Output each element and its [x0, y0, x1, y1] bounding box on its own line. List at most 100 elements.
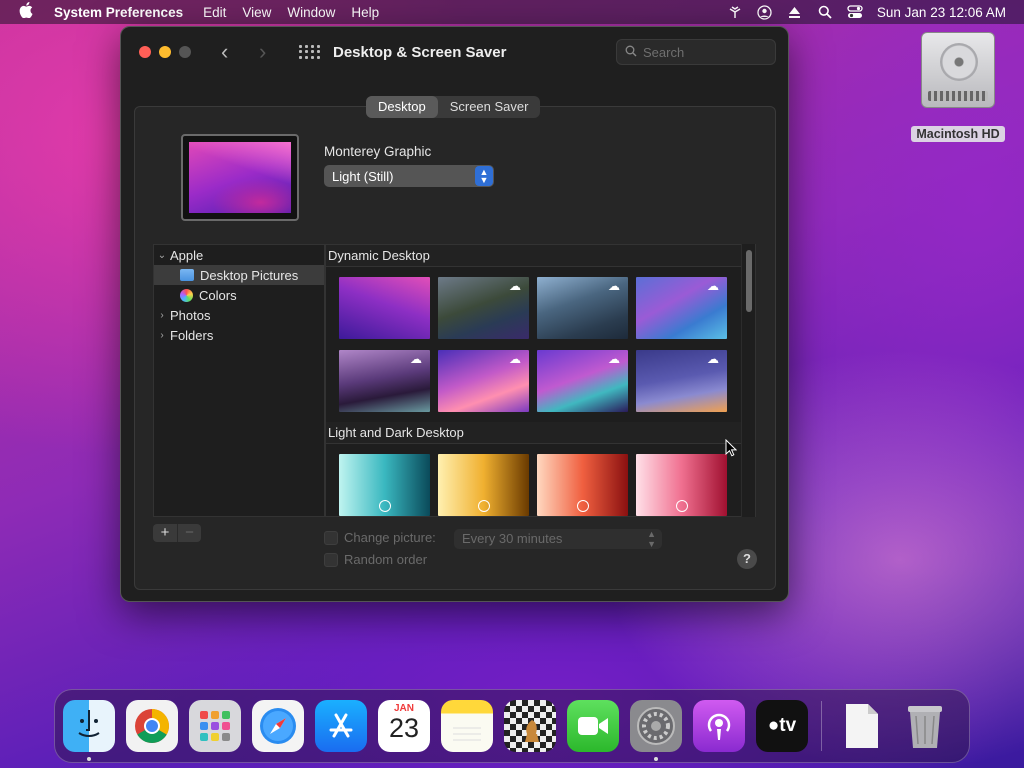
change-picture-label: Change picture: [344, 530, 436, 545]
apple-tv-icon[interactable]: ●tv [756, 700, 808, 752]
menu-edit[interactable]: Edit [195, 5, 234, 20]
window-title: Desktop & Screen Saver [333, 43, 507, 61]
interval-popup[interactable]: Every 30 minutes ▲ ▼ [454, 529, 662, 549]
wallpaper-thumb[interactable]: ☁ [636, 350, 727, 412]
menu-app-name[interactable]: System Preferences [52, 5, 195, 20]
wallpaper-name: Monterey Graphic [324, 144, 432, 159]
close-window-button[interactable] [139, 46, 151, 58]
section-dynamic-desktop: Dynamic Desktop [326, 245, 755, 267]
app-store-icon[interactable] [315, 700, 367, 752]
search-input[interactable] [643, 44, 763, 60]
disclosure-open-icon[interactable]: ⌄ [154, 250, 170, 261]
wallpaper-thumb[interactable]: ☁ [438, 277, 529, 339]
wallpaper-thumb[interactable]: ☁ [537, 277, 628, 339]
podcasts-icon[interactable] [693, 700, 745, 752]
facetime-icon[interactable] [567, 700, 619, 752]
system-preferences-icon[interactable] [630, 700, 682, 761]
wallpaper-preview [181, 134, 299, 221]
trash-icon[interactable] [899, 700, 951, 752]
light-dark-icon [675, 500, 688, 512]
show-all-grid-icon[interactable] [299, 45, 320, 59]
chrome-icon[interactable] [126, 700, 178, 752]
wallpaper-gallery: Dynamic Desktop ☁ ☁ ☁ ☁ ☁ ☁ ☁ Light and … [325, 244, 756, 517]
section-light-dark-desktop: Light and Dark Desktop [326, 422, 755, 444]
cloud-download-icon: ☁ [410, 352, 422, 366]
source-desktop-pictures[interactable]: Desktop Pictures [154, 265, 324, 285]
calendar-day: 23 [388, 713, 420, 743]
dock-separator [821, 701, 822, 751]
launchpad-icon[interactable] [189, 700, 241, 752]
zoom-window-button[interactable] [179, 46, 191, 58]
source-folders[interactable]: › Folders [154, 325, 324, 345]
remove-folder-button[interactable]: − [177, 524, 201, 542]
popup-arrows-icon: ▲ ▼ [475, 166, 493, 186]
random-order-label: Random order [344, 552, 428, 567]
wallpaper-thumb[interactable]: ☁ [339, 350, 430, 412]
help-button[interactable]: ? [737, 549, 757, 569]
back-chevron-icon[interactable]: ‹ [221, 39, 235, 65]
cloud-download-icon: ☁ [509, 279, 521, 293]
spotlight-icon[interactable] [817, 4, 833, 20]
gallery-scrollbar[interactable] [741, 244, 755, 517]
wallpaper-thumb[interactable] [438, 454, 529, 516]
wallpaper-thumb[interactable]: ☁ [537, 350, 628, 412]
cloud-download-icon: ☁ [608, 352, 620, 366]
menu-help[interactable]: Help [343, 5, 387, 20]
disclosure-closed-icon[interactable]: › [154, 330, 170, 341]
tv-glyph: ●tv [767, 715, 797, 736]
interval-value: Every 30 minutes [462, 531, 563, 546]
chess-icon[interactable] [504, 700, 556, 752]
minimize-window-button[interactable] [159, 46, 171, 58]
cloud-download-icon: ☁ [608, 279, 620, 293]
user-icon[interactable] [757, 4, 773, 20]
title-bar[interactable]: ‹ › Desktop & Screen Saver [121, 27, 788, 77]
color-wheel-icon [180, 288, 193, 302]
wallpaper-thumb[interactable] [339, 454, 430, 516]
light-dark-icon [378, 500, 391, 512]
clock[interactable]: Sun Jan 23 12:06 AM [877, 5, 1006, 20]
wallpaper-thumb[interactable]: ☁ [438, 350, 529, 412]
source-desktop-pictures-label: Desktop Pictures [200, 267, 299, 283]
calendar-icon[interactable]: JAN 23 [378, 700, 430, 752]
light-dark-icon [576, 500, 589, 512]
document-icon[interactable] [836, 700, 888, 752]
menu-window[interactable]: Window [279, 5, 343, 20]
source-colors-label: Colors [199, 287, 237, 303]
source-colors[interactable]: Colors [154, 285, 324, 305]
wallpaper-thumb[interactable] [636, 454, 727, 516]
forward-chevron-icon[interactable]: › [259, 39, 273, 65]
network-icon[interactable] [727, 4, 743, 20]
macintosh-hd-desktop-icon[interactable]: Macintosh HD [910, 32, 1006, 143]
change-picture-checkbox[interactable] [324, 530, 338, 545]
macintosh-hd-label: Macintosh HD [911, 126, 1005, 142]
source-photos-label: Photos [170, 307, 211, 323]
apple-menu-icon[interactable] [0, 2, 52, 22]
random-order-checkbox[interactable] [324, 552, 338, 567]
menu-view[interactable]: View [234, 5, 279, 20]
popup-arrows-icon: ▲ ▼ [647, 529, 656, 549]
wallpaper-thumb[interactable]: ☁ [636, 277, 727, 339]
source-folders-label: Folders [170, 327, 214, 343]
preferences-window: ‹ › Desktop & Screen Saver Desktop Scree… [120, 26, 789, 602]
folder-icon [180, 269, 194, 281]
scroll-knob[interactable] [746, 250, 752, 312]
appearance-popup[interactable]: Light (Still) ▲ ▼ [324, 165, 494, 187]
tab-bar: Desktop Screen Saver [366, 96, 541, 118]
add-folder-button[interactable]: + [153, 524, 177, 542]
notes-icon[interactable] [441, 700, 493, 752]
disclosure-closed-icon[interactable]: › [154, 310, 170, 321]
search-field[interactable] [616, 39, 776, 65]
source-photos[interactable]: › Photos [154, 305, 324, 325]
control-center-icon[interactable] [847, 4, 863, 20]
mouse-cursor-icon [725, 439, 737, 457]
eject-icon[interactable] [787, 4, 803, 20]
safari-icon[interactable] [252, 700, 304, 752]
wallpaper-thumb[interactable] [537, 454, 628, 516]
finder-icon[interactable] [63, 700, 115, 761]
source-apple[interactable]: ⌄ Apple [154, 245, 324, 265]
wallpaper-thumb[interactable] [339, 277, 430, 339]
cloud-download-icon: ☁ [509, 352, 521, 366]
source-list: ⌄ Apple Desktop Pictures Colors › Photos… [153, 244, 325, 517]
tab-screen-saver[interactable]: Screen Saver [438, 96, 541, 118]
tab-desktop[interactable]: Desktop [366, 96, 438, 118]
